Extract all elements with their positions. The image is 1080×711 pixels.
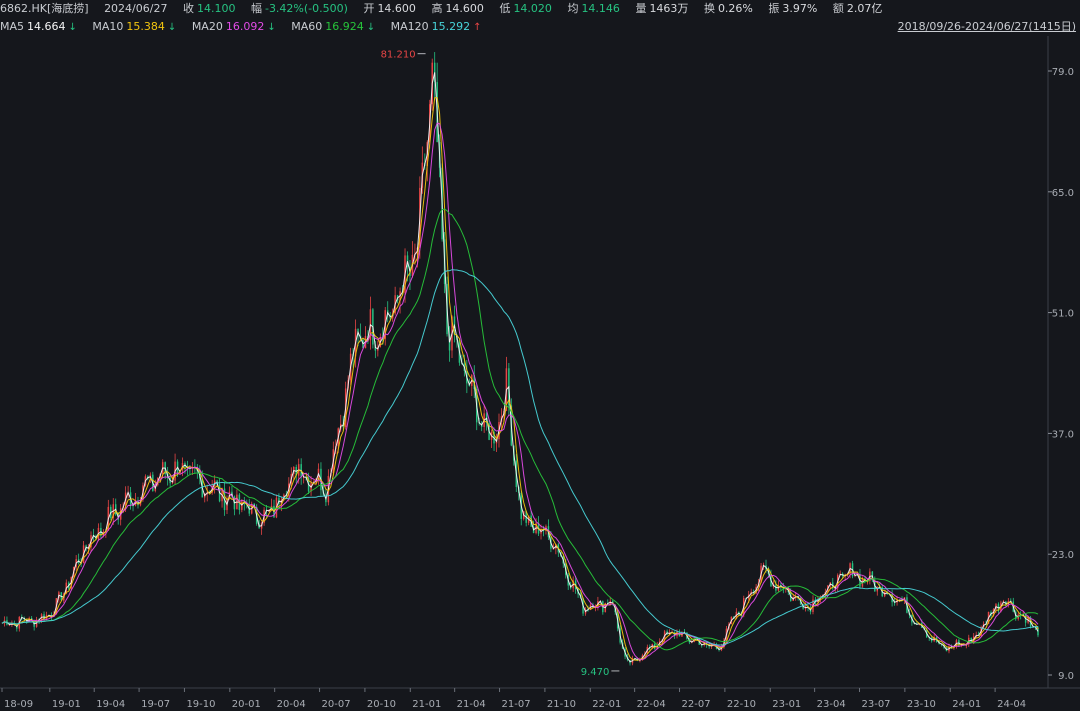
avg-label: 均	[567, 2, 579, 15]
volume-value: 1463万	[649, 2, 689, 15]
low-value: 14.020	[513, 2, 552, 15]
ma5-arrow-icon: ↓	[68, 22, 77, 33]
y-tick-label: 65.0	[1052, 188, 1074, 199]
ma120-value: 15.292	[431, 20, 471, 33]
avg-value: 14.146	[581, 2, 620, 15]
x-tick-label: 22-07	[682, 699, 711, 710]
y-tick-label: 23.0	[1052, 550, 1074, 561]
ma10-value: 15.384	[126, 20, 165, 33]
ma60-arrow-icon: ↓	[366, 22, 376, 33]
ma20-label: MA20	[191, 20, 223, 33]
x-tick-label: 23-04	[817, 699, 846, 710]
ma60-label: MA60	[291, 20, 323, 33]
ma60-line	[1, 208, 1039, 651]
ma120-line	[1, 269, 1039, 646]
ma20-value: 16.092	[225, 20, 265, 33]
ma20-arrow-icon: ↓	[267, 22, 276, 33]
turnover-value: 0.26%	[717, 2, 753, 15]
y-tick-label: 79.0	[1052, 67, 1074, 78]
x-tick-label: 24-04	[997, 699, 1026, 710]
ma10-label: MA10	[92, 20, 124, 33]
y-tick-label: 37.0	[1052, 429, 1074, 440]
x-tick-label: 21-10	[547, 699, 576, 710]
close-value: 14.100	[196, 2, 236, 15]
low-label: 低	[499, 2, 511, 15]
change-label: 幅	[250, 2, 262, 15]
annotation-max-label: 81.210	[381, 50, 416, 61]
open-label: 开	[363, 2, 375, 15]
symbol-label[interactable]: 6862.HK[海底捞]	[0, 2, 89, 15]
change-value: -3.42%(-0.500)	[264, 2, 348, 15]
annotation-min-label: 9.470	[581, 667, 610, 678]
quote-date: 2024/06/27	[104, 2, 168, 15]
x-tick-label: 23-10	[907, 699, 936, 710]
x-tick-label: 19-01	[52, 699, 81, 710]
x-tick-label: 22-01	[592, 699, 621, 710]
quote-header: 6862.HK[海底捞] 2024/06/27 收 14.100 幅 -3.42%(…	[0, 0, 885, 18]
amplitude-value: 3.97%	[782, 2, 818, 15]
x-tick-label: 18-09	[4, 699, 33, 710]
annotations: 81.210 9.470	[381, 50, 620, 678]
ma60-value: 16.924	[325, 20, 364, 33]
ma5-label: MA5	[0, 20, 25, 33]
amplitude-label: 振	[768, 2, 780, 15]
ma5-value: 14.664	[27, 20, 66, 33]
x-tick-label: 21-01	[412, 699, 441, 710]
high-value: 14.600	[445, 2, 484, 15]
x-tick-label: 24-01	[952, 699, 981, 710]
x-tick-label: 23-01	[772, 699, 801, 710]
volume-label: 量	[635, 2, 647, 15]
time-axis: 18-09 19-01 19-04 19-07 19-10 20-01 20-04 20-07…	[1, 688, 1026, 710]
x-tick-label: 21-07	[502, 699, 531, 710]
x-tick-label: 20-10	[367, 699, 396, 710]
y-tick-label: 51.0	[1052, 309, 1074, 320]
amount-label: 额	[832, 2, 844, 15]
candlesticks	[3, 52, 1039, 666]
ma120-arrow-icon: ↑	[473, 22, 482, 33]
ma120-label: MA120	[390, 20, 429, 33]
x-tick-label: 19-07	[141, 699, 170, 710]
x-tick-label: 22-10	[727, 699, 756, 710]
x-tick-label: 19-10	[186, 699, 215, 710]
ma10-arrow-icon: ↓	[167, 22, 177, 33]
high-label: 高	[431, 2, 443, 15]
x-tick-label: 21-04	[457, 699, 486, 710]
x-tick-label: 20-04	[277, 699, 306, 710]
date-range-link[interactable]: 2018/09/26-2024/06/27(1415日)	[898, 18, 1076, 36]
amount-value: 2.07亿	[846, 2, 883, 15]
x-tick-label: 19-04	[96, 699, 125, 710]
turnover-label: 换	[703, 2, 715, 15]
ma10-line	[1, 97, 1039, 661]
y-tick-label: 9.0	[1058, 671, 1074, 682]
ma5-line	[1, 72, 1039, 663]
x-tick-label: 23-07	[861, 699, 890, 710]
open-value: 14.600	[377, 2, 416, 15]
x-tick-label: 20-07	[322, 699, 351, 710]
close-label: 收	[182, 2, 194, 15]
x-tick-label: 22-04	[637, 699, 666, 710]
stock-chart-window: 6862.HK[海底捞] 2024/06/27 收 14.100 幅 -3.42%(…	[0, 0, 1080, 711]
x-tick-label: 20-01	[232, 699, 261, 710]
moving-averages	[1, 72, 1039, 663]
kline-chart[interactable]: 79.0 65.0 51.0 37.0 23.0 9.0 81.210 9.470 18-0…	[0, 36, 1080, 711]
ma-legend: MA5 14.664 ↓ MA10 15.384 ↓ MA20 16.092 ↓ MA60 1…	[0, 18, 485, 36]
